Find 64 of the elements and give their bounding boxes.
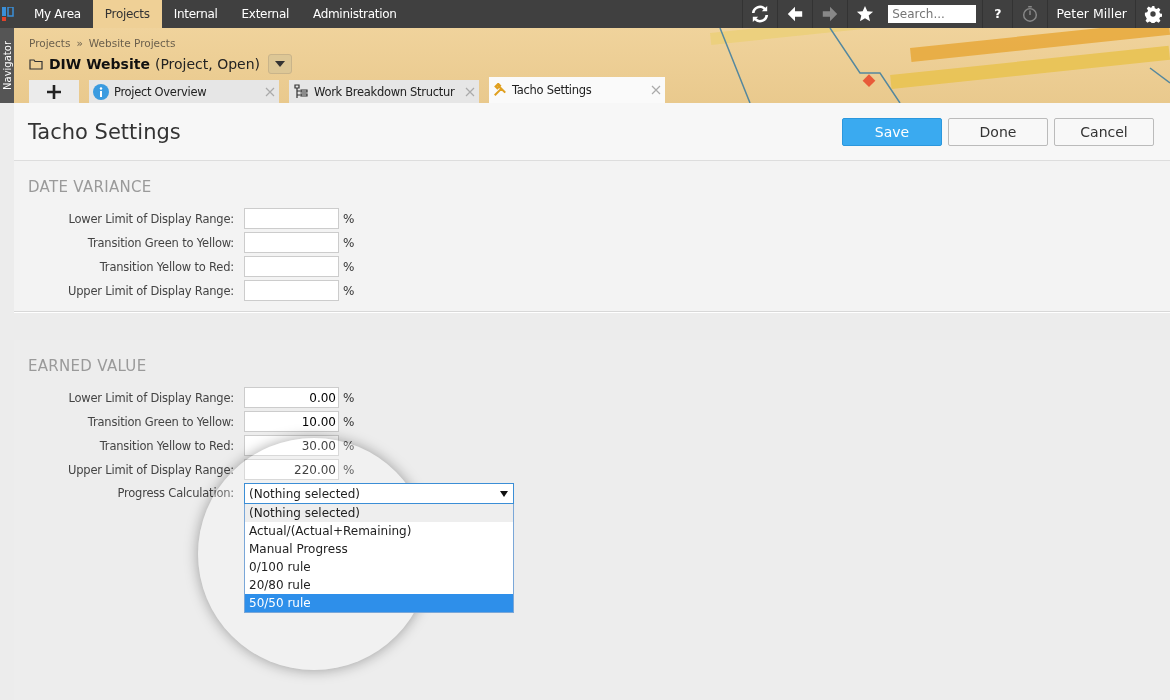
page-tab[interactable]: Work Breakdown Structur bbox=[289, 80, 479, 103]
project-status: (Project, Open) bbox=[154, 56, 261, 72]
breadcrumb-link[interactable]: Website Projects bbox=[88, 37, 176, 49]
close-icon[interactable] bbox=[651, 85, 661, 95]
percent-unit: % bbox=[343, 235, 355, 250]
action-button[interactable]: Done bbox=[948, 117, 1048, 146]
tree-structure-icon bbox=[293, 83, 309, 100]
number-input[interactable] bbox=[244, 280, 339, 301]
dropdown-option[interactable]: 20/80 rule bbox=[245, 576, 513, 594]
number-input[interactable]: 10.00 bbox=[244, 411, 339, 432]
nav-tab[interactable]: My Area bbox=[22, 0, 93, 28]
percent-unit: % bbox=[343, 390, 355, 405]
nav-tab[interactable]: Administration bbox=[300, 0, 409, 28]
info-icon bbox=[93, 83, 109, 100]
field-label: Upper Limit of Display Range: bbox=[67, 283, 234, 298]
tools-icon bbox=[493, 83, 507, 97]
nav-tab[interactable]: Projects bbox=[92, 0, 162, 28]
percent-unit: % bbox=[343, 462, 355, 477]
percent-unit: % bbox=[343, 438, 355, 453]
search-field[interactable]: Search... bbox=[888, 5, 977, 23]
page-tab[interactable]: Tacho Settings bbox=[489, 77, 665, 103]
add-tab-button[interactable] bbox=[29, 80, 79, 103]
project-name: DIW Website bbox=[49, 56, 150, 72]
nav-tab[interactable]: External bbox=[229, 0, 301, 28]
caret-icon bbox=[500, 490, 508, 497]
breadcrumb-link[interactable]: Projects bbox=[29, 37, 71, 49]
close-icon[interactable] bbox=[265, 86, 275, 97]
dropdown-option[interactable]: 0/100 rule bbox=[245, 558, 513, 576]
navigator-panel[interactable]: Navigator bbox=[0, 28, 14, 103]
percent-unit: % bbox=[343, 283, 355, 298]
section-title: DATE VARIANCE bbox=[28, 178, 153, 196]
percent-unit: % bbox=[343, 259, 355, 274]
field-label: Transition Green to Yellow: bbox=[86, 414, 234, 429]
number-input[interactable]: 30.00 bbox=[244, 435, 339, 456]
breadcrumb-separator: » bbox=[76, 37, 83, 49]
field-label: Lower Limit of Display Range: bbox=[67, 211, 234, 226]
number-input[interactable] bbox=[244, 256, 339, 277]
dropdown-option[interactable]: Manual Progress bbox=[245, 540, 513, 558]
plus-icon bbox=[47, 84, 61, 99]
field-label: Transition Green to Yellow: bbox=[86, 235, 234, 250]
number-input[interactable] bbox=[244, 232, 339, 253]
folder-icon bbox=[29, 58, 43, 70]
number-input[interactable] bbox=[244, 208, 339, 229]
percent-unit: % bbox=[343, 414, 355, 429]
number-input[interactable]: 0.00 bbox=[244, 387, 339, 408]
field-label: Progress Calculation: bbox=[116, 485, 234, 502]
page-title: Tacho Settings bbox=[28, 119, 181, 144]
caret-icon bbox=[275, 61, 286, 67]
field-label: Transition Yellow to Red: bbox=[98, 438, 234, 453]
section-title: EARNED VALUE bbox=[28, 357, 148, 375]
dropdown-option[interactable]: Actual/(Actual+Remaining) bbox=[245, 522, 513, 540]
dropdown-option[interactable]: (Nothing selected) bbox=[245, 504, 513, 522]
action-button[interactable]: Cancel bbox=[1054, 117, 1154, 146]
progress-dropdown[interactable]: (Nothing selected) bbox=[244, 483, 514, 504]
field-label: Lower Limit of Display Range: bbox=[67, 390, 234, 405]
app-logo-icon[interactable] bbox=[2, 7, 14, 21]
page-tab[interactable]: Project Overview bbox=[89, 80, 279, 103]
field-label: Transition Yellow to Red: bbox=[98, 259, 234, 274]
field-label: Upper Limit of Display Range: bbox=[67, 462, 234, 477]
project-menu-button[interactable] bbox=[268, 54, 293, 74]
number-input[interactable]: 220.00 bbox=[244, 459, 339, 480]
close-icon[interactable] bbox=[465, 86, 475, 97]
nav-tab[interactable]: Internal bbox=[161, 0, 230, 28]
percent-unit: % bbox=[343, 211, 355, 226]
